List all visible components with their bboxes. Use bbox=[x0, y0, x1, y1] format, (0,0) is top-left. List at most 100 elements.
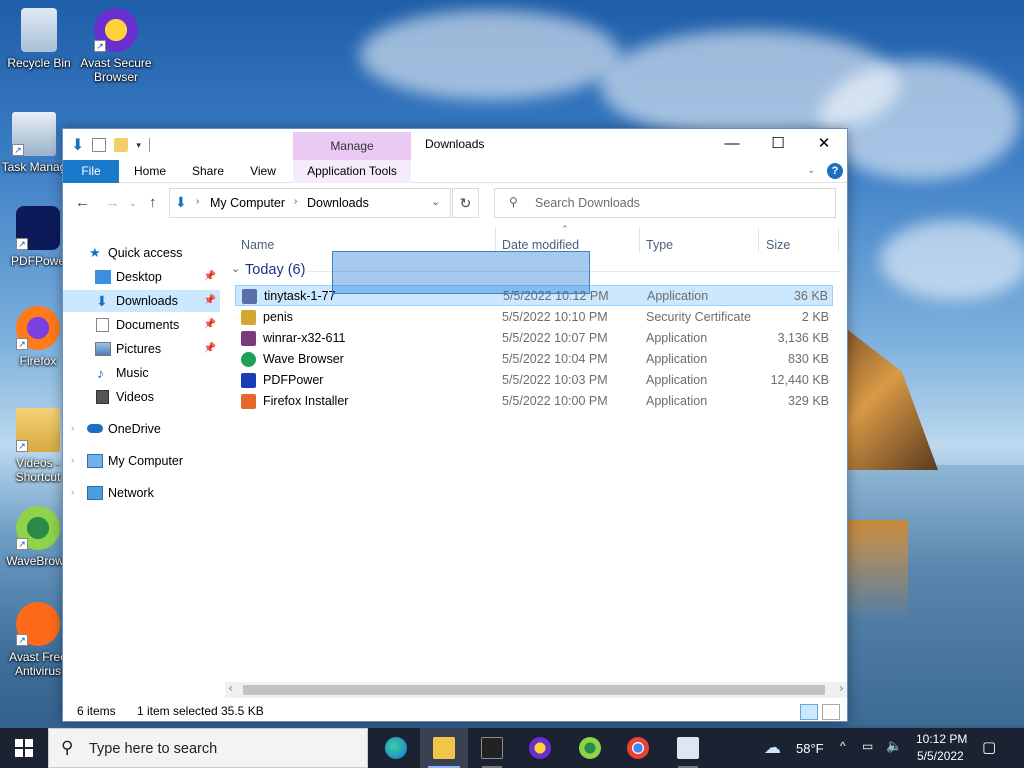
scroll-left-icon[interactable]: ‹ bbox=[229, 683, 232, 694]
desktop-icon-recycle-bin[interactable]: Recycle Bin bbox=[1, 8, 77, 70]
pin-icon[interactable]: 📌 bbox=[204, 266, 216, 288]
column-divider[interactable] bbox=[495, 227, 496, 253]
scroll-right-icon[interactable]: › bbox=[840, 683, 843, 694]
ribbon-tabs: File Home Share View Application Tools ⌄… bbox=[63, 160, 847, 183]
taskbar-chrome[interactable] bbox=[614, 728, 662, 768]
minimize-button[interactable]: — bbox=[709, 129, 755, 159]
weather-temperature[interactable]: 58°F bbox=[796, 741, 824, 756]
weather-cloud-icon[interactable]: ☁ bbox=[764, 738, 781, 758]
nav-downloads[interactable]: ⬇ Downloads 📌 bbox=[63, 290, 220, 312]
address-bar[interactable]: ⬇ › My Computer › Downloads ⌄ bbox=[169, 188, 451, 218]
nav-onedrive[interactable]: › OneDrive bbox=[63, 418, 220, 440]
tab-application-tools[interactable]: Application Tools bbox=[293, 160, 411, 183]
videos-icon bbox=[96, 390, 109, 404]
nav-music[interactable]: ♪ Music bbox=[63, 362, 220, 384]
taskbar: ⚲ Type here to search ☁ 58°F ^ ▭ 🔈 10:12… bbox=[0, 728, 1024, 768]
taskbar-file-explorer[interactable] bbox=[420, 728, 468, 768]
toolbar-divider bbox=[148, 138, 150, 152]
new-folder-icon[interactable] bbox=[114, 138, 129, 152]
up-button[interactable]: ↑ bbox=[149, 194, 157, 211]
volume-icon[interactable]: 🔈 bbox=[886, 738, 902, 754]
properties-icon[interactable] bbox=[92, 138, 107, 152]
pin-icon[interactable]: 📌 bbox=[204, 314, 216, 336]
file-explorer-icon bbox=[433, 737, 455, 759]
nav-my-computer[interactable]: › My Computer bbox=[63, 450, 220, 472]
customize-toolbar-icon[interactable]: ▾ bbox=[136, 140, 141, 151]
navigation-bar: ← → ⌄ ↑ ⬇ › My Computer › Downloads ⌄ ↻ … bbox=[63, 184, 847, 222]
wave-browser-icon bbox=[241, 352, 256, 367]
nav-desktop[interactable]: Desktop 📌 bbox=[63, 266, 220, 288]
network-icon bbox=[87, 486, 103, 500]
column-header-size[interactable]: Size bbox=[766, 238, 790, 252]
breadcrumb-my-computer[interactable]: My Computer bbox=[210, 196, 285, 210]
column-divider[interactable] bbox=[758, 227, 759, 253]
taskbar-wavebrowser[interactable] bbox=[566, 728, 614, 768]
address-dropdown-icon[interactable]: ⌄ bbox=[431, 195, 440, 208]
nav-network[interactable]: › Network bbox=[63, 482, 220, 504]
expand-chevron-icon[interactable]: › bbox=[71, 418, 74, 440]
show-hidden-icons[interactable]: ^ bbox=[840, 739, 846, 753]
taskbar-edge[interactable] bbox=[372, 728, 420, 768]
nav-videos[interactable]: Videos bbox=[63, 386, 220, 408]
star-icon: ★ bbox=[89, 245, 101, 260]
column-divider[interactable] bbox=[639, 227, 640, 253]
back-button[interactable]: ← bbox=[75, 194, 90, 211]
scrollbar-thumb[interactable] bbox=[243, 685, 825, 695]
file-row[interactable]: penis 5/5/2022 10:10 PM Security Certifi… bbox=[235, 307, 833, 328]
file-row[interactable]: winrar-x32-611 5/5/2022 10:07 PM Applica… bbox=[235, 328, 833, 349]
recycle-bin-icon bbox=[21, 8, 57, 52]
group-header-today[interactable]: Today (6) bbox=[245, 262, 305, 278]
details-view-button[interactable] bbox=[800, 704, 818, 720]
search-input[interactable]: ⚲ Search Downloads bbox=[494, 188, 836, 218]
file-row[interactable]: PDFPower 5/5/2022 10:03 PM Application 1… bbox=[235, 370, 833, 391]
clock-date[interactable]: 5/5/2022 bbox=[917, 749, 964, 763]
cloud bbox=[360, 10, 620, 100]
pictures-icon bbox=[95, 342, 111, 356]
column-header-name[interactable]: Name bbox=[241, 238, 274, 252]
avast-browser-icon: ↗ bbox=[94, 8, 138, 52]
file-row[interactable]: Firefox Installer 5/5/2022 10:00 PM Appl… bbox=[235, 391, 833, 412]
pdfpower-icon bbox=[241, 373, 256, 388]
column-header-date[interactable]: Date modified bbox=[502, 238, 579, 252]
desktop-icon-avast-browser[interactable]: ↗ Avast Secure Browser bbox=[78, 8, 154, 84]
expand-chevron-icon[interactable]: › bbox=[71, 482, 74, 504]
firefox-installer-icon bbox=[241, 394, 256, 409]
notification-icon[interactable]: ▢ bbox=[982, 738, 996, 756]
taskbar-avast-browser[interactable] bbox=[516, 728, 564, 768]
help-icon[interactable]: ? bbox=[827, 163, 843, 179]
tab-share[interactable]: Share bbox=[183, 160, 233, 183]
horizontal-scrollbar[interactable]: ‹ › bbox=[225, 682, 847, 698]
clock-time[interactable]: 10:12 PM bbox=[916, 732, 967, 746]
network-icon[interactable]: ▭ bbox=[862, 739, 873, 753]
column-divider[interactable] bbox=[838, 227, 839, 253]
group-collapse-icon[interactable]: ⌄ bbox=[231, 262, 240, 275]
file-row[interactable]: Wave Browser 5/5/2022 10:04 PM Applicati… bbox=[235, 349, 833, 370]
download-arrow-icon[interactable]: ⬇ bbox=[71, 135, 84, 155]
refresh-button[interactable]: ↻ bbox=[452, 188, 479, 218]
tab-view[interactable]: View bbox=[239, 160, 287, 183]
taskbar-tinytask[interactable] bbox=[664, 728, 712, 768]
manage-tab[interactable]: Manage bbox=[293, 132, 411, 160]
forward-button[interactable]: → bbox=[105, 194, 120, 211]
rock bbox=[848, 330, 938, 470]
breadcrumb-downloads[interactable]: Downloads bbox=[307, 196, 369, 210]
taskbar-search-input[interactable]: ⚲ Type here to search bbox=[48, 728, 368, 768]
pin-icon[interactable]: 📌 bbox=[204, 338, 216, 360]
taskbar-terminal[interactable] bbox=[468, 728, 516, 768]
expand-ribbon-icon[interactable]: ⌄ bbox=[807, 165, 815, 176]
large-icons-view-button[interactable] bbox=[822, 704, 840, 720]
nav-documents[interactable]: Documents 📌 bbox=[63, 314, 220, 336]
nav-quick-access[interactable]: ★ Quick access bbox=[63, 242, 220, 264]
column-header-type[interactable]: Type bbox=[646, 238, 673, 252]
tab-file[interactable]: File bbox=[63, 160, 119, 183]
edge-icon bbox=[385, 737, 407, 759]
recent-locations-button[interactable]: ⌄ bbox=[129, 198, 137, 209]
expand-chevron-icon[interactable]: › bbox=[71, 450, 74, 472]
tab-home[interactable]: Home bbox=[125, 160, 175, 183]
close-button[interactable]: ✕ bbox=[801, 129, 847, 159]
maximize-button[interactable]: ☐ bbox=[755, 129, 801, 159]
search-icon: ⚲ bbox=[509, 195, 518, 209]
nav-pictures[interactable]: Pictures 📌 bbox=[63, 338, 220, 360]
pin-icon[interactable]: 📌 bbox=[204, 290, 216, 312]
start-button[interactable] bbox=[0, 728, 48, 768]
